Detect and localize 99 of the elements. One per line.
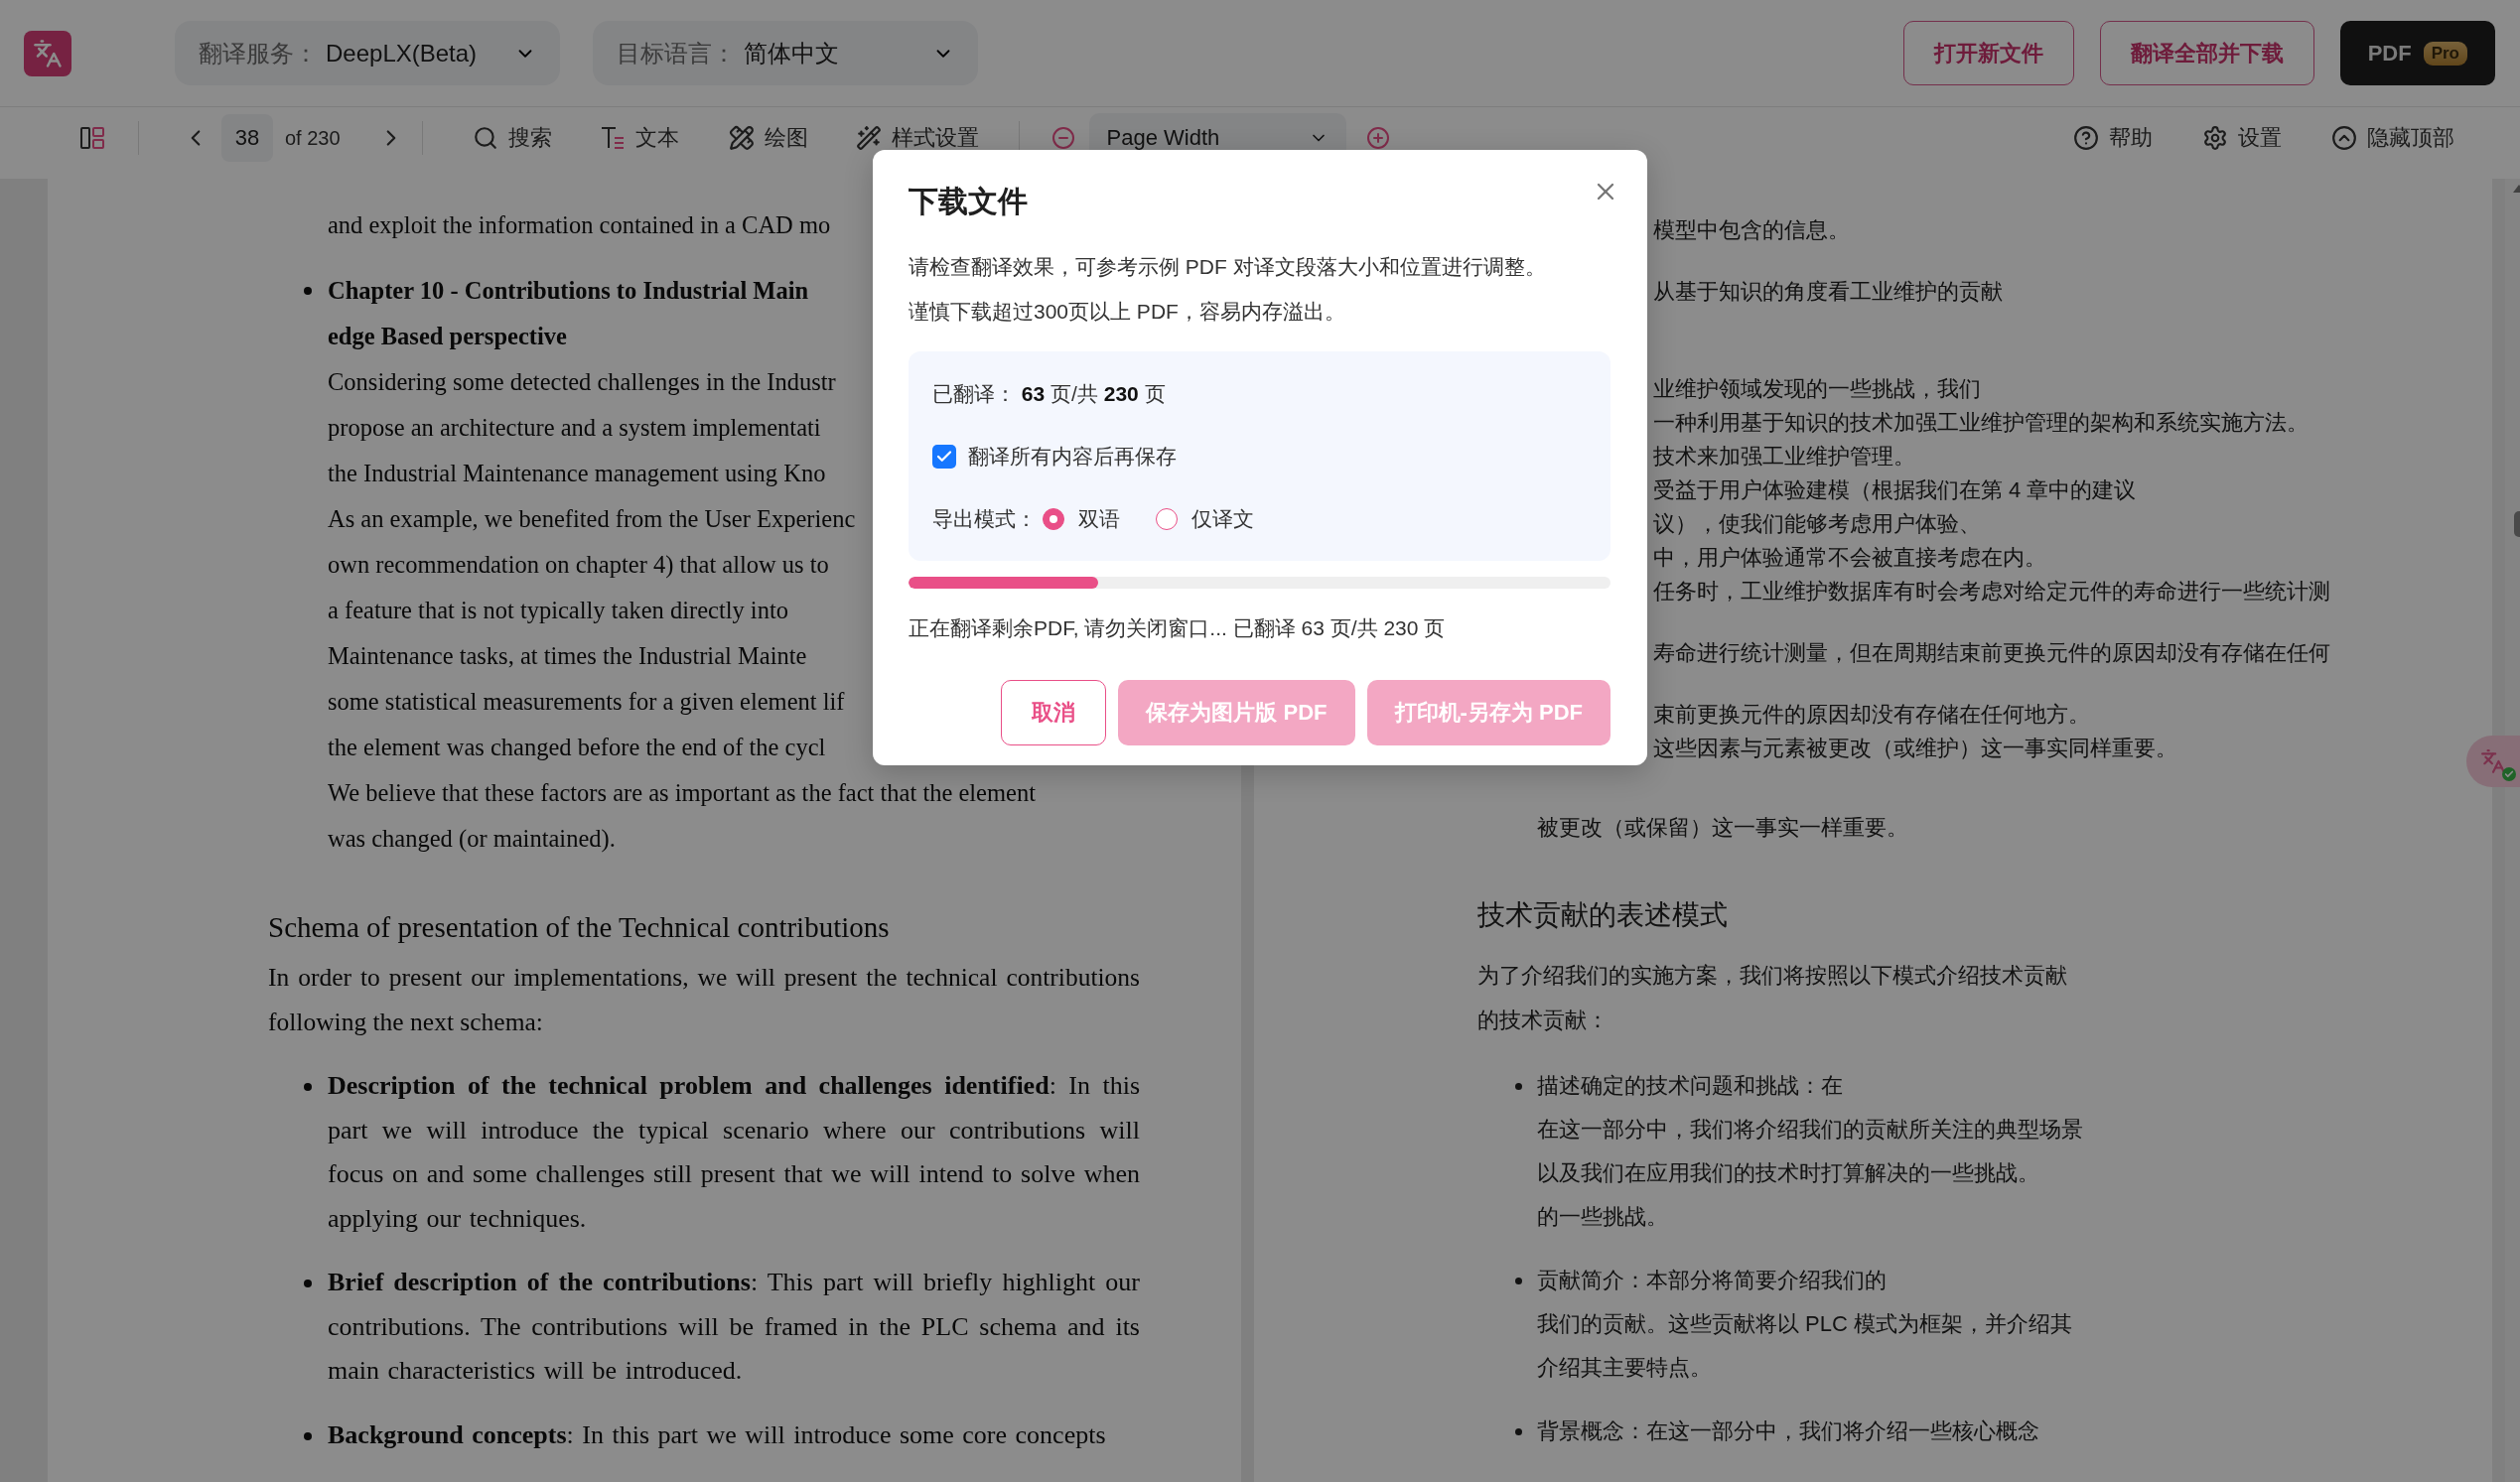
zoom-out-icon [1050,126,1075,150]
bullet-dot [1515,1083,1522,1090]
zoom-in-button[interactable] [1365,126,1390,150]
bold-text-line: edge Based perspective [328,322,567,351]
magic-wand-icon [855,125,882,151]
dialog-title: 下载文件 [909,184,1028,219]
text-line: We believe that these factors are as important as the fact that the element [328,778,1036,808]
checkbox[interactable] [932,444,956,469]
text-line: Maintenance tasks, at times the Industrial Mainte [328,641,807,671]
bullet-text: Description of the technical problem and challenges identified: In this part we will introduce the typical scenario where our contributions will focus on and some challenges still present that we will intend to solve when applying our techniques. [328,1070,1140,1235]
chevron-up-icon [2331,125,2357,151]
text-line: and exploit the information contained in a CAD mo [328,210,831,240]
layout-button[interactable] [80,127,104,149]
text-line: propose an architecture and a system implementati [328,413,821,443]
page-total: of 230 [285,126,341,150]
text-line: 的技术贡献： [1477,1007,1610,1034]
top-button[interactable]: 打开新文件 [1902,21,2074,85]
text-line: 以及我们在应用我们的技术时打算解决的一些挑战。 [1537,1159,2040,1187]
translated-count: 已翻译： 63 页/共 230 页 [932,380,1166,407]
text-line: 任务时，工业维护数据库有时会考虑对给定元件的寿命进行一些统计测 [1653,578,2330,606]
radio-button[interactable] [1156,507,1178,530]
text-line: the Industrial Maintenance management using Kno [328,459,826,488]
bullet-dot [1515,1278,1522,1284]
toolbar-tool[interactable]: 样式设置 [855,123,979,153]
select-label: 翻译服务： [199,38,318,68]
layout-icon [80,127,104,149]
text-line: 被更改（或保留）这一事实一样重要。 [1537,814,1908,842]
section-heading: 技术贡献的表述模式 [1477,898,1729,932]
dropdown-select[interactable]: 翻译服务： DeepLX(Beta) [175,21,560,85]
section-heading: Schema of presentation of the Technical contributions [268,911,891,944]
page-number-field[interactable]: 38 [221,114,273,162]
text-line: 议），使我们能够考虑用户体验、 [1653,510,1981,538]
radio-option[interactable]: 双语 [1043,504,1120,533]
zoom-in-icon [1365,126,1390,150]
text-line: Considering some detected challenges in the Industr [328,367,836,397]
bullet-dot [304,287,312,295]
zoom-out-button[interactable] [1050,126,1075,150]
search-icon [472,125,498,151]
pdf-pro-button[interactable]: PDF Pro [2339,21,2495,85]
text-line: 我们的贡献。这些贡献将以 PLC 模式为框架，并介绍其 [1537,1310,2074,1338]
toolbar-tool[interactable]: 搜索 [472,123,552,153]
toolbar-tool[interactable]: 设置 [2202,123,2282,153]
text-line: 业维护领域发现的一些挑战，我们 [1653,375,1981,403]
text-line: 介绍其主要特点。 [1537,1354,1713,1382]
text-line: 的一些挑战。 [1537,1203,1669,1231]
text-line: 从基于知识的角度看工业维护的贡献 [1653,278,2003,306]
bullet-text: Background concepts: In this part we will introduce some core concepts [328,1418,1107,1451]
check-badge-icon [2502,767,2516,781]
pro-badge: Pro [2423,41,2467,66]
radio-option[interactable]: 仅译文 [1156,504,1254,533]
bullet-dot [1515,1428,1522,1435]
dialog-note: 谨慎下载超过300页以上 PDF，容易内存溢出。 [909,299,1346,325]
select-label: 目标语言： [617,38,736,68]
text-line: 为了介绍我们的实施方案，我们将按照以下模式介绍技术贡献 [1477,962,2068,990]
bullet-dot [304,1280,312,1287]
status-text: 正在翻译剩余PDF, 请勿关闭窗口... 已翻译 63 页/共 230 页 [909,615,1447,641]
pencil-ruler-icon [728,125,755,151]
text-icon [599,125,626,151]
text-line: was changed (or maintained). [328,824,616,854]
dialog-note: 请检查翻译效果，可参考示例 PDF 对译文段落大小和位置进行调整。 [909,254,1547,280]
text-line: 在这一部分中，我们将介绍我们的贡献所关注的典型场景 [1537,1116,2084,1144]
toolbar-tool[interactable]: 帮助 [2073,123,2153,153]
bullet-dot [304,1431,312,1440]
text-line: 受益于用户体验建模（根据我们在第 4 章中的建议 [1653,476,2137,504]
bold-text-line: Chapter 10 - Contributions to Industrial Main [328,276,809,306]
select-value: DeepLX(Beta) [326,39,479,67]
toolbar-tool[interactable]: 绘图 [728,123,808,153]
radio-button[interactable] [1043,507,1064,530]
bullet-dot [304,1083,312,1091]
settings-icon [2202,125,2228,151]
text-line: the element was changed before the end of the cycl [328,733,826,762]
top-button[interactable]: 翻译全部并下载 [2099,21,2314,85]
text-line: a feature that is not typically taken directly into [328,596,788,625]
bullet-text: Brief description of the contributions: This part will briefly highlight our contributions. The contributions will be framed in the PLC schema and its main characteristics will be introduced. [328,1267,1140,1387]
text-line: 模型中包含的信息。 [1653,216,1850,244]
text-line: 贡献简介：本部分将简要介绍我们的 [1537,1267,1888,1294]
select-value: 简体中文 [744,38,840,68]
text-line: As an example, we benefited from the User Experienc [328,504,856,534]
text-line: 这些因素与元素被更改（或维护）这一事实同样重要。 [1653,735,2177,762]
text-line: 寿命进行统计测量，但在周期结束前更换元件的原因却没有存储在任何 [1653,639,2330,667]
text-line: 束前更换元件的原因却没有存储在任何地方。 [1653,701,2090,729]
text-line: 背景概念：在这一部分中，我们将介绍一些核心概念 [1537,1417,2040,1445]
text-line: some statistical measurements for a given element lif [328,687,845,717]
cancel-button[interactable]: 取消 [1001,680,1107,745]
translate-icon [33,38,63,68]
export-mode-label: 导出模式： [932,505,1037,532]
text-line: own recommendation on chapter 4) that allow us to [328,550,829,580]
toolbar-tool[interactable]: 隐藏顶部 [2331,123,2454,153]
help-icon [2073,125,2099,151]
translate-icon [2480,748,2506,774]
text-line: 一种利用基于知识的技术加强工业维护管理的架构和系统实施方法。 [1653,409,2309,437]
paragraph: In order to present our implementations, we will present the technical contributions following the next schema: [268,962,1140,1038]
floating-translate-button[interactable] [2466,736,2520,787]
text-line: 中，用户体验通常不会被直接考虑在内。 [1653,544,2046,572]
text-line: 技术来加强工业维护管理。 [1653,443,1915,471]
dropdown-select[interactable]: 目标语言： 简体中文 [593,21,978,85]
toolbar-tool[interactable]: 文本 [599,123,679,153]
save-after-checkbox[interactable]: 翻译所有内容后再保存 [932,442,1177,471]
text-line: 描述确定的技术问题和挑战：在 [1537,1072,1844,1100]
